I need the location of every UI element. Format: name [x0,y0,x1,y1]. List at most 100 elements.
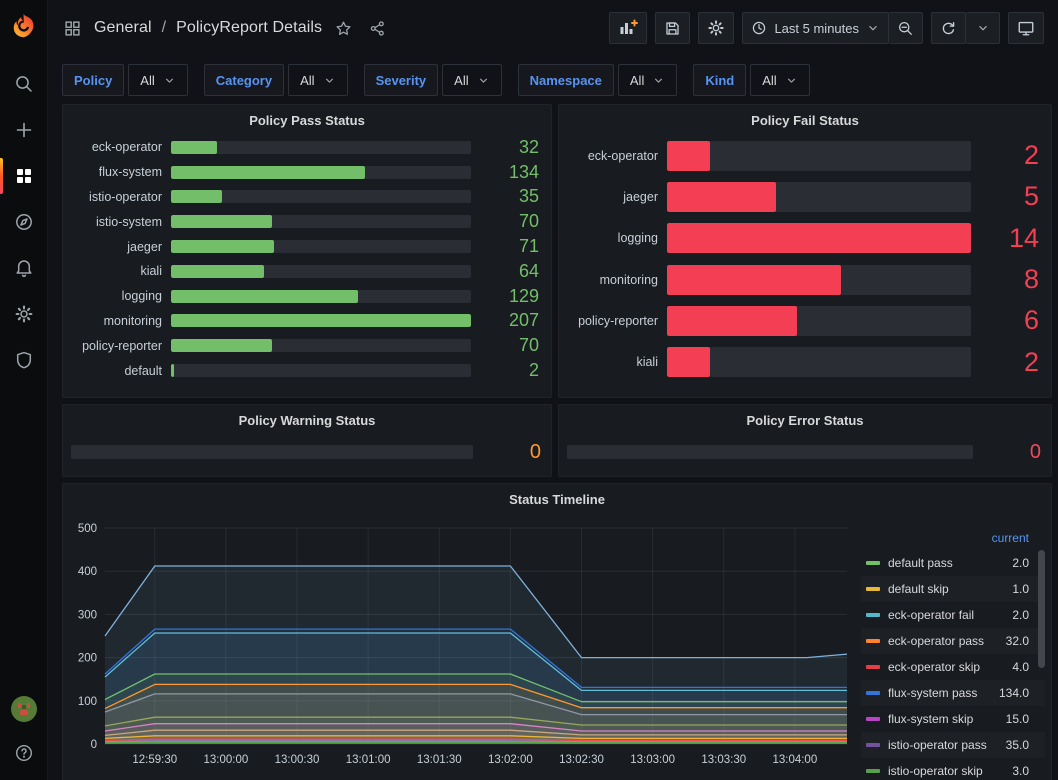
gauge-row: kiali64 [67,259,549,284]
legend-item[interactable]: eck-operator skip4.0 [861,654,1045,680]
legend-item[interactable]: istio-operator pass35.0 [861,732,1045,758]
gauge-value: 207 [471,310,549,331]
gauge-row: monitoring 207 [67,309,549,334]
legend-item[interactable]: flux-system pass134.0 [861,680,1045,706]
legend-header-current[interactable]: current [861,530,1045,550]
y-axis-tick: 0 [91,739,97,751]
legend-item[interactable]: default skip1.0 [861,576,1045,602]
gauge-bar-fill [171,265,264,278]
refresh-button[interactable] [931,12,966,44]
refresh-interval-dropdown[interactable] [966,12,1000,44]
gauge-track [171,141,471,154]
legend-item[interactable]: eck-operator fail2.0 [861,602,1045,628]
toolbar: Last 5 minutes [609,12,1044,44]
sidebar-item-search[interactable] [0,61,48,107]
variable-value-dropdown[interactable]: All [618,64,677,96]
variable-value-dropdown[interactable]: All [128,64,187,96]
sidebar-item-configuration[interactable] [0,291,48,337]
variable-value-dropdown[interactable]: All [442,64,501,96]
legend-item[interactable]: eck-operator pass32.0 [861,628,1045,654]
x-axis-tick: 13:01:30 [417,754,462,766]
gauge-bar-fill [171,190,222,203]
save-dashboard-button[interactable] [655,12,690,44]
panel-title[interactable]: Policy Error Status [559,405,1051,435]
gauge-row: eck-operator32 [67,135,549,160]
bell-icon [14,258,34,278]
gauge-bar-fill [171,240,274,253]
gauge-value: 129 [471,286,549,307]
user-avatar[interactable] [11,696,37,722]
zoom-out-time-button[interactable] [889,12,923,44]
variable-value-dropdown[interactable]: All [288,64,347,96]
variable-severity: SeverityAll [364,64,502,96]
chevron-down-icon [323,74,336,87]
bargauge-warning: 0 [63,435,551,469]
gauge-value: 32 [471,137,549,158]
panel-status-timeline: Status Timeline 010020030040050012:59:30… [62,483,1052,780]
cycle-view-mode-button[interactable] [1008,12,1044,44]
add-panel-button[interactable] [609,12,647,44]
sidebar-item-explore[interactable] [0,199,48,245]
sidebar-item-create[interactable] [0,107,48,153]
share-dashboard-button[interactable] [365,16,390,41]
gauge-row-label: policy-reporter [67,339,171,353]
gauge-row: policy-reporter70 [67,333,549,358]
gauge-row: eck-operator2 [563,135,1049,176]
panel-title[interactable]: Status Timeline [63,484,1051,514]
timeline-chart[interactable]: 010020030040050012:59:3013:00:0013:00:30… [65,522,865,772]
dashboards-grid-icon [14,166,34,186]
sidebar-item-dashboards[interactable] [0,153,48,199]
gauge-track [667,223,971,253]
timeline-chart-svg[interactable]: 010020030040050012:59:3013:00:0013:00:30… [65,522,865,772]
gauge-row-label: jaeger [67,240,171,254]
gauge-row: istio-operator35 [67,185,549,210]
chevron-down-icon [785,74,798,87]
gauge-track [667,141,971,171]
panel-policy-warning-status: Policy Warning Status 0 [62,404,552,477]
dashboard-topbar: General / PolicyReport Details [48,0,1058,56]
chevron-down-icon [652,74,665,87]
panel-title[interactable]: Policy Fail Status [559,105,1051,135]
gauge-bar-fill [171,290,358,303]
time-range-picker[interactable]: Last 5 minutes [742,12,889,44]
gauge-track [171,190,471,203]
gauge-track [171,265,471,278]
legend-scrollbar[interactable] [1038,550,1045,668]
variable-selected-value: All [454,73,468,88]
legend-item[interactable]: flux-system skip15.0 [861,706,1045,732]
panel-title[interactable]: Policy Warning Status [63,405,551,435]
grafana-logo[interactable] [10,0,37,61]
y-axis-tick: 400 [78,566,97,578]
panel-policy-error-status: Policy Error Status 0 [558,404,1052,477]
gauge-bar-fill [171,339,272,352]
clock-icon [751,20,767,36]
sidebar-item-alerting[interactable] [0,245,48,291]
page-title[interactable]: PolicyReport Details [176,19,322,37]
gauge-bar-fill [171,364,174,377]
variable-value-dropdown[interactable]: All [750,64,809,96]
filter-bar: PolicyAllCategoryAllSeverityAllNamespace… [48,56,1058,104]
dashboard-settings-button[interactable] [698,12,734,44]
sidebar-item-server-admin[interactable] [0,337,48,383]
chevron-down-icon [477,74,490,87]
breadcrumb-folder[interactable]: General [94,19,152,37]
gauge-bar-fill [171,141,217,154]
legend-item[interactable]: default pass2.0 [861,550,1045,576]
panel-title[interactable]: Policy Pass Status [63,105,551,135]
x-axis-tick: 13:00:00 [204,754,249,766]
legend-series-name: istio-operator skip [888,764,1012,778]
gauge-row-label: monitoring [67,314,171,328]
legend-item[interactable]: istio-operator skip3.0 [861,758,1045,778]
zoom-out-icon [897,20,914,37]
variable-label: Namespace [518,64,614,96]
gear-icon [14,304,34,324]
dashboard-grid: Policy Pass Status eck-operator32flux-sy… [48,104,1058,780]
y-axis-tick: 100 [78,696,97,708]
question-circle-icon [14,743,34,763]
gauge-row: flux-system134 [67,160,549,185]
legend-series-name: istio-operator pass [888,738,1006,752]
sidebar-item-help[interactable] [0,736,48,770]
star-dashboard-button[interactable] [331,16,356,41]
chevron-down-icon [163,74,176,87]
gauge-row-label: monitoring [563,273,667,287]
